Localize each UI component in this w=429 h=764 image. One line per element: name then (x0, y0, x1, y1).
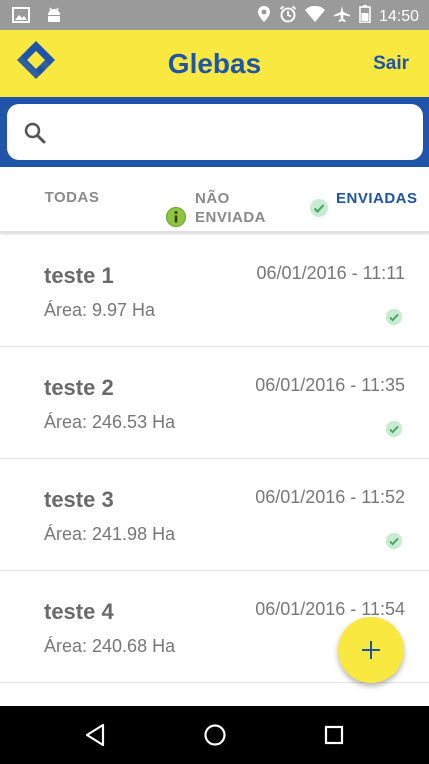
logout-button[interactable]: Sair (373, 53, 409, 75)
search-icon (23, 121, 47, 145)
item-area: Área: 241.98 Ha (44, 524, 176, 544)
list-item[interactable]: teste 3 06/01/2016 - 11:52 Área: 241.98 … (0, 459, 429, 571)
glebas-list: teste 1 06/01/2016 - 11:11 Área: 9.97 Ha… (0, 235, 429, 683)
navigation-bar (0, 706, 429, 764)
check-icon (385, 308, 403, 331)
battery-icon (359, 5, 371, 28)
list-item[interactable]: teste 1 06/01/2016 - 11:11 Área: 9.97 Ha (0, 235, 429, 347)
back-icon[interactable] (84, 723, 106, 752)
item-area: Área: 246.53 Ha (44, 412, 176, 432)
home-icon[interactable] (203, 723, 227, 752)
list-item[interactable]: teste 2 06/01/2016 - 11:35 Área: 246.53 … (0, 347, 429, 459)
item-name: teste 1 (44, 263, 114, 288)
search-bar (0, 97, 429, 167)
tab-enviadas[interactable]: ENVIADAS (308, 167, 418, 231)
recents-icon[interactable] (323, 723, 345, 752)
tab-label: NÃO ENVIADAS (195, 190, 265, 226)
item-area: Área: 9.97 Ha (44, 300, 156, 320)
info-icon (166, 207, 186, 231)
item-area: Área: 240.68 Ha (44, 636, 176, 656)
item-name: teste 4 (44, 599, 114, 624)
image-icon (12, 7, 30, 28)
app-bar: Glebas Sair (0, 30, 429, 97)
check-icon (385, 532, 403, 555)
filter-tabs: TODAS NÃO ENVIADAS ENVIADAS (0, 167, 429, 233)
item-datetime: 06/01/2016 - 11:35 (255, 375, 405, 395)
add-gleba-button[interactable] (338, 617, 404, 683)
item-datetime: 06/01/2016 - 11:52 (255, 487, 405, 507)
item-datetime: 06/01/2016 - 11:11 (256, 263, 405, 283)
status-right: 14:50 (257, 5, 419, 28)
alarm-icon (279, 5, 297, 28)
status-bar: 14:50 (0, 0, 429, 30)
screen: 14:50 Glebas Sair TODAS NÃO ENVIADA ENVI… (0, 0, 429, 764)
item-name: teste 2 (44, 375, 114, 400)
search-box[interactable] (7, 104, 423, 160)
item-datetime: 06/01/2016 - 11:54 (255, 599, 405, 619)
android-icon (46, 6, 62, 29)
location-icon (257, 5, 271, 28)
airplane-icon (333, 5, 351, 28)
status-time: 14:50 (378, 7, 419, 25)
wifi-icon (304, 5, 325, 27)
page-title: Glebas (167, 48, 262, 79)
plus-icon (362, 641, 380, 659)
search-input[interactable] (61, 114, 411, 150)
tab-label: ENVIADAS (336, 190, 418, 207)
status-left (12, 6, 62, 29)
check-icon (385, 420, 403, 443)
tab-nao-enviadas[interactable]: NÃO ENVIADAS (165, 167, 265, 231)
item-name: teste 3 (44, 487, 114, 512)
check-icon (309, 198, 329, 222)
